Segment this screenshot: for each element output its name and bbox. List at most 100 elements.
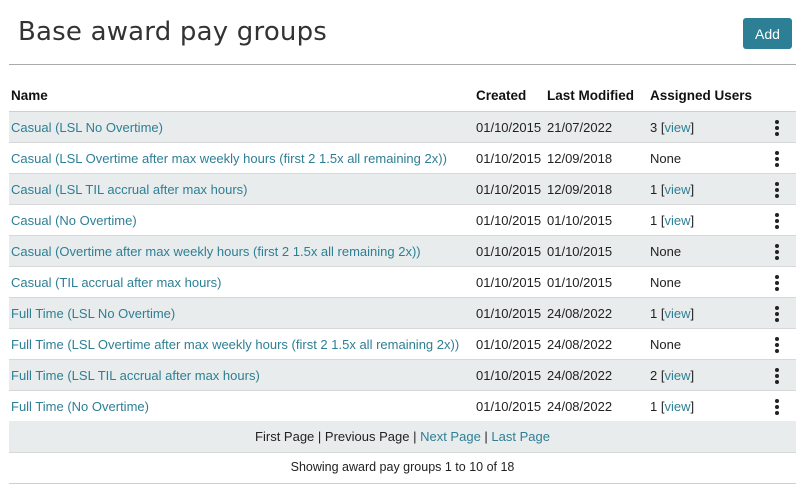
cell-name: Casual (LSL Overtime after max weekly ho… [9, 142, 474, 174]
table-row: Full Time (No Overtime) 01/10/2015 24/08/2… [9, 390, 796, 422]
cell-actions [768, 390, 796, 422]
more-vertical-icon[interactable] [772, 150, 782, 167]
table-row: Full Time (LSL Overtime after max weekly… [9, 328, 796, 360]
cell-created: 01/10/2015 [474, 173, 545, 205]
column-header-assigned-users: Assigned Users [648, 80, 768, 112]
pay-groups-table: Name Created Last Modified Assigned User… [9, 80, 796, 422]
cell-assigned-users: 1 [view] [648, 297, 768, 329]
pay-group-name-link[interactable]: Full Time (LSL No Overtime) [11, 306, 175, 321]
bracket-close: ] [690, 305, 695, 321]
column-header-created: Created [474, 80, 545, 112]
bracket-close: ] [690, 398, 695, 414]
table-row: Casual (Overtime after max weekly hours … [9, 235, 796, 267]
table-row: Casual (LSL No Overtime) 01/10/2015 21/07/… [9, 111, 796, 143]
cell-actions [768, 297, 796, 329]
last-page-link[interactable]: Last Page [491, 429, 550, 444]
cell-name: Full Time (No Overtime) [9, 390, 474, 422]
more-vertical-icon[interactable] [772, 367, 782, 384]
cell-created: 01/10/2015 [474, 111, 545, 143]
results-summary: Showing award pay groups 1 to 10 of 18 [9, 453, 796, 484]
view-users-link[interactable]: view [664, 368, 690, 383]
more-vertical-icon[interactable] [772, 119, 782, 136]
cell-last-modified: 24/08/2022 [545, 359, 648, 391]
more-vertical-icon[interactable] [772, 274, 782, 291]
pagination: First Page | Previous Page | Next Page |… [9, 421, 796, 453]
cell-last-modified: 12/09/2018 [545, 142, 648, 174]
view-users-link[interactable]: view [664, 213, 690, 228]
more-vertical-icon[interactable] [772, 243, 782, 260]
pay-group-name-link[interactable]: Casual (Overtime after max weekly hours … [11, 244, 421, 259]
view-users-link[interactable]: view [664, 399, 690, 414]
table-header-row: Name Created Last Modified Assigned User… [9, 80, 796, 112]
assigned-users-count: None [650, 274, 682, 290]
column-header-actions [768, 80, 796, 112]
assigned-users-count: None [650, 336, 682, 352]
cell-created: 01/10/2015 [474, 235, 545, 267]
page-title: Base award pay groups [18, 17, 328, 47]
table-body: Casual (LSL No Overtime) 01/10/2015 21/07/… [9, 111, 796, 422]
more-vertical-icon[interactable] [772, 336, 782, 353]
cell-assigned-users: None [648, 235, 768, 267]
cell-actions [768, 359, 796, 391]
cell-name: Casual (Overtime after max weekly hours … [9, 235, 474, 267]
table-row: Full Time (LSL TIL accrual after max hou… [9, 359, 796, 391]
bracket-close: ] [690, 367, 695, 383]
cell-created: 01/10/2015 [474, 142, 545, 174]
cell-assigned-users: 1 [view] [648, 173, 768, 205]
pay-group-name-link[interactable]: Casual (TIL accrual after max hours) [11, 275, 221, 290]
cell-assigned-users: None [648, 266, 768, 298]
cell-assigned-users: 3 [view] [648, 111, 768, 143]
header-divider [9, 64, 796, 65]
cell-actions [768, 235, 796, 267]
table-row: Casual (TIL accrual after max hours) 01/1… [9, 266, 796, 298]
cell-last-modified: 21/07/2022 [545, 111, 648, 143]
column-header-last-modified: Last Modified [545, 80, 648, 112]
view-users-link[interactable]: view [664, 306, 690, 321]
more-vertical-icon[interactable] [772, 212, 782, 229]
cell-actions [768, 328, 796, 360]
bracket-close: ] [690, 212, 695, 228]
pay-group-name-link[interactable]: Full Time (LSL Overtime after max weekly… [11, 337, 459, 352]
table-row: Casual (No Overtime) 01/10/2015 01/10/2015… [9, 204, 796, 236]
cell-last-modified: 24/08/2022 [545, 297, 648, 329]
pay-group-name-link[interactable]: Casual (No Overtime) [11, 213, 137, 228]
cell-last-modified: 01/10/2015 [545, 235, 648, 267]
cell-assigned-users: 2 [view] [648, 359, 768, 391]
cell-name: Casual (No Overtime) [9, 204, 474, 236]
cell-name: Casual (TIL accrual after max hours) [9, 266, 474, 298]
add-button[interactable]: Add [743, 18, 792, 49]
cell-assigned-users: None [648, 328, 768, 360]
pay-group-name-link[interactable]: Full Time (No Overtime) [11, 399, 149, 414]
cell-last-modified: 01/10/2015 [545, 266, 648, 298]
cell-created: 01/10/2015 [474, 390, 545, 422]
more-vertical-icon[interactable] [772, 181, 782, 198]
cell-actions [768, 111, 796, 143]
cell-actions [768, 173, 796, 205]
pay-group-name-link[interactable]: Casual (LSL TIL accrual after max hours) [11, 182, 248, 197]
bracket-close: ] [690, 181, 695, 197]
more-vertical-icon[interactable] [772, 305, 782, 322]
previous-page-label: Previous Page [324, 429, 410, 444]
next-page-link[interactable]: Next Page [420, 429, 481, 444]
cell-assigned-users: None [648, 142, 768, 174]
page-header: Base award pay groups Add [0, 0, 805, 64]
bracket-close: ] [690, 119, 695, 135]
first-page-label: First Page [255, 429, 315, 444]
pay-group-name-link[interactable]: Full Time (LSL TIL accrual after max hou… [11, 368, 260, 383]
cell-name: Full Time (LSL No Overtime) [9, 297, 474, 329]
cell-actions [768, 204, 796, 236]
view-users-link[interactable]: view [664, 182, 690, 197]
table-row: Casual (LSL Overtime after max weekly ho… [9, 142, 796, 174]
pay-group-name-link[interactable]: Casual (LSL No Overtime) [11, 120, 163, 135]
column-header-name: Name [9, 80, 474, 112]
cell-actions [768, 142, 796, 174]
cell-name: Casual (LSL TIL accrual after max hours) [9, 173, 474, 205]
assigned-users-count: None [650, 150, 682, 166]
cell-assigned-users: 1 [view] [648, 204, 768, 236]
more-vertical-icon[interactable] [772, 398, 782, 415]
cell-created: 01/10/2015 [474, 328, 545, 360]
cell-created: 01/10/2015 [474, 359, 545, 391]
assigned-users-count: None [650, 243, 682, 259]
view-users-link[interactable]: view [664, 120, 690, 135]
pay-group-name-link[interactable]: Casual (LSL Overtime after max weekly ho… [11, 151, 447, 166]
